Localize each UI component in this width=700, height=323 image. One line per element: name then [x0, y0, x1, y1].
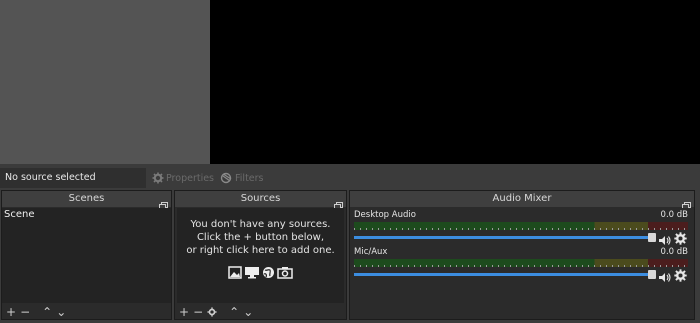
undock-icon[interactable] [334, 195, 343, 210]
display-icon [244, 264, 260, 283]
sources-dock: Sources You don't have any sources. Clic… [174, 190, 347, 320]
minus-icon[interactable]: − [20, 305, 30, 319]
mixer-channel-mic-aux: Mic/Aux 0.0 dB [352, 247, 692, 297]
channel-level: 0.0 dB [660, 210, 688, 220]
channel-name: Desktop Audio [354, 210, 416, 220]
audio-mixer-dock: Audio Mixer Desktop Audio 0.0 dB Mic/Aux [349, 190, 695, 320]
empty-line-1: You don't have any sources. [190, 219, 331, 230]
volume-meter [354, 259, 688, 267]
audio-mixer-title: Audio Mixer [350, 191, 694, 207]
camera-icon [277, 264, 293, 283]
volume-meter [354, 222, 688, 230]
empty-line-2: Click the + button below, [196, 232, 325, 243]
scenes-dock: Scenes Scene + − ⌃ ⌄ [1, 190, 172, 320]
globe-icon [262, 264, 275, 283]
meter-ticks [354, 265, 688, 267]
properties-button[interactable]: Properties [152, 172, 214, 184]
chevron-down-icon[interactable]: ⌄ [243, 305, 253, 319]
sources-empty-message: You don't have any sources. Click the + … [177, 218, 344, 257]
gear-icon[interactable] [674, 267, 687, 286]
source-toolbar: No source selected Properties Filters [0, 168, 700, 188]
mixer-channels: Desktop Audio 0.0 dB Mic/Aux 0.0 dB [352, 208, 692, 317]
properties-label: Properties [166, 172, 215, 184]
chevron-up-icon[interactable]: ⌃ [229, 305, 239, 319]
scenes-list: Scene [2, 208, 171, 303]
preview-canvas-margin [0, 0, 210, 164]
chevron-up-icon[interactable]: ⌃ [42, 305, 52, 319]
volume-slider[interactable] [354, 273, 652, 276]
filters-label: Filters [235, 172, 264, 184]
gear-icon[interactable] [207, 307, 217, 317]
channel-level: 0.0 dB [660, 247, 688, 257]
undock-icon[interactable] [682, 195, 691, 210]
filters-button[interactable]: Filters [220, 172, 264, 184]
undock-icon[interactable] [159, 195, 168, 210]
volume-slider-handle[interactable] [648, 233, 656, 242]
scenes-footer: + − ⌃ ⌄ [2, 305, 171, 319]
scene-item[interactable]: Scene [2, 208, 171, 221]
no-source-label: No source selected [0, 168, 146, 188]
chevron-down-icon[interactable]: ⌄ [56, 305, 66, 319]
obs-main-window: No source selected Properties Filters Sc… [0, 0, 700, 323]
plus-icon[interactable]: + [179, 305, 189, 319]
sources-list[interactable]: You don't have any sources. Click the + … [177, 208, 344, 303]
sources-dock-title: Sources [175, 191, 346, 207]
meter-ticks [354, 228, 688, 230]
filters-icon [220, 172, 233, 184]
sources-footer: + − ⌃ ⌄ [175, 305, 346, 319]
volume-slider[interactable] [354, 236, 652, 239]
preview-canvas[interactable] [210, 0, 700, 164]
speaker-icon[interactable] [658, 268, 671, 287]
gear-icon [152, 172, 164, 184]
empty-line-3: or right click here to add one. [186, 245, 335, 256]
image-icon [228, 264, 242, 283]
volume-slider-handle[interactable] [648, 270, 656, 279]
source-type-icons [177, 264, 344, 283]
channel-name: Mic/Aux [354, 247, 388, 257]
plus-icon[interactable]: + [6, 305, 16, 319]
minus-icon[interactable]: − [193, 305, 203, 319]
scenes-dock-title: Scenes [2, 191, 171, 207]
